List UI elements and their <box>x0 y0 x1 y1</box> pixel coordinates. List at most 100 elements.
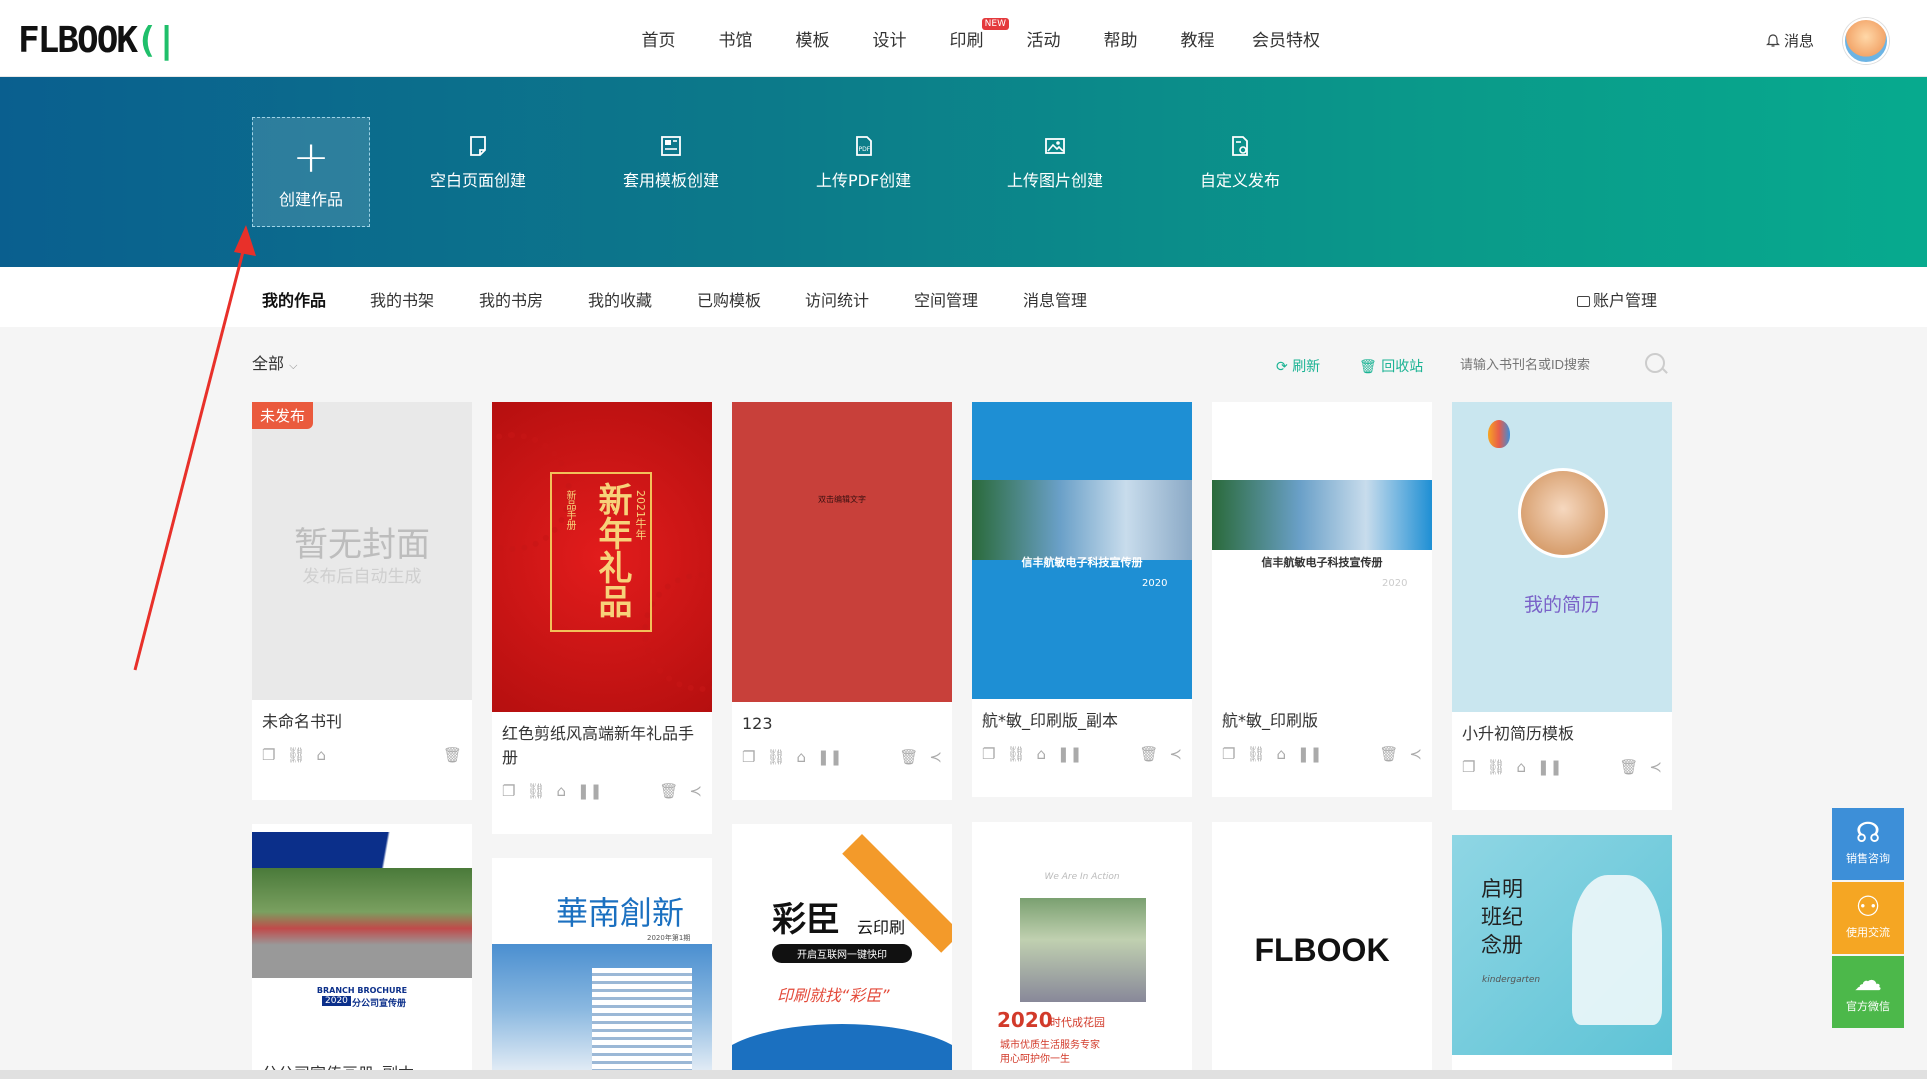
share-icon[interactable]: ≺ <box>689 782 702 800</box>
search-input[interactable] <box>1460 350 1675 378</box>
pause-icon[interactable]: ❚❚ <box>1297 745 1322 763</box>
search-icon[interactable] <box>1645 353 1665 373</box>
recycle-bin-button[interactable]: 🗑︎ 回收站 <box>1359 356 1423 376</box>
nav-events[interactable]: 活动 <box>1005 26 1082 51</box>
gift-icon[interactable]: ⌂ <box>797 748 807 766</box>
tab-my-study[interactable]: 我的书房 <box>479 287 543 311</box>
account-management-link[interactable]: 账户管理 <box>1577 287 1657 311</box>
tab-purchased-templates[interactable]: 已购模板 <box>697 287 761 311</box>
gift-icon[interactable]: ⌂ <box>1517 758 1527 776</box>
tab-my-favorites[interactable]: 我的收藏 <box>588 287 652 311</box>
image-upload-create[interactable]: 上传图片创建 <box>1007 135 1103 191</box>
card-cover[interactable]: 信丰航敏电子科技宣传册 2020 <box>1212 402 1432 699</box>
delete-icon[interactable]: 🗑︎ <box>443 746 462 764</box>
delete-icon[interactable]: 🗑︎ <box>1139 745 1158 763</box>
work-card[interactable]: 華南創新 2020年第1期 <box>492 858 712 1074</box>
card-title[interactable]: 红色剪纸风高端新年礼品手册 <box>492 712 712 770</box>
filter-dropdown[interactable]: 全部 ⌵ <box>252 350 297 374</box>
pause-icon[interactable]: ❚❚ <box>577 782 602 800</box>
work-card[interactable]: 启明班纪念册 kindergarten <box>1452 835 1672 1074</box>
cover-year: 2020 <box>997 1008 1053 1032</box>
delete-icon[interactable]: 🗑︎ <box>659 782 678 800</box>
card-cover[interactable]: 启明班纪念册 kindergarten <box>1452 835 1672 1055</box>
card-cover[interactable]: 双击编辑文字 <box>732 402 952 702</box>
nav-vip[interactable]: 会员特权 <box>1236 26 1336 51</box>
work-card[interactable]: FLBOOK <box>1212 822 1432 1074</box>
tab-my-shelf[interactable]: 我的书架 <box>370 287 434 311</box>
blank-page-create[interactable]: 空白页面创建 <box>430 135 526 191</box>
share-icon[interactable]: ≺ <box>1169 745 1182 763</box>
nav-templates[interactable]: 模板 <box>774 26 851 51</box>
link-icon[interactable]: ⛓ <box>526 782 545 800</box>
share-icon[interactable]: ≺ <box>929 748 942 766</box>
tab-message-management[interactable]: 消息管理 <box>1023 287 1087 311</box>
nav-home[interactable]: 首页 <box>620 26 697 51</box>
link-icon[interactable]: ⛓ <box>766 748 785 766</box>
work-card[interactable]: 我的简历 小升初简历模板 ❐ ⛓ ⌂ ❚❚ 🗑︎ ≺ <box>1452 402 1672 810</box>
copy-icon[interactable]: ❐ <box>502 782 515 800</box>
nav-tutorials[interactable]: 教程 <box>1159 26 1236 51</box>
card-cover[interactable]: 華南創新 2020年第1期 <box>492 858 712 1074</box>
card-cover[interactable]: FLBOOK <box>1212 822 1432 1074</box>
share-icon[interactable]: ≺ <box>1409 745 1422 763</box>
work-card[interactable]: BRANCH BROCHURE 分公司宣传册 2020 分公司宣传画册_副本 <box>252 824 472 1074</box>
official-wechat-button[interactable]: ☁ 官方微信 <box>1832 956 1904 1028</box>
work-card[interactable]: 开业啦! 彩臣 云印刷 开启互联网一键快印 印刷就找“彩臣” <box>732 824 952 1074</box>
avatar[interactable] <box>1843 18 1889 64</box>
copy-icon[interactable]: ❐ <box>262 746 275 764</box>
nav-help[interactable]: 帮助 <box>1082 26 1159 51</box>
copy-icon[interactable]: ❐ <box>982 745 995 763</box>
pause-icon[interactable]: ❚❚ <box>1057 745 1082 763</box>
link-icon[interactable]: ⛓ <box>1006 745 1025 763</box>
work-card[interactable]: 信丰航敏电子科技宣传册 2020 航*敏_印刷版_副本 ❐ ⛓ ⌂ ❚❚ 🗑︎ ≺ <box>972 402 1192 797</box>
pause-icon[interactable]: ❚❚ <box>817 748 842 766</box>
messages-link[interactable]: 消息 <box>1766 30 1814 51</box>
pause-icon[interactable]: ❚❚ <box>1537 758 1562 776</box>
sales-consult-button[interactable]: ☊ 销售咨询 <box>1832 808 1904 880</box>
copy-icon[interactable]: ❐ <box>742 748 755 766</box>
link-icon[interactable]: ⛓ <box>1246 745 1265 763</box>
nav-library[interactable]: 书馆 <box>697 26 774 51</box>
custom-publish[interactable]: 自定义发布 <box>1200 135 1280 191</box>
pdf-upload-create[interactable]: PDF 上传PDF创建 <box>816 135 911 191</box>
card-cover[interactable]: 开业啦! 彩臣 云印刷 开启互联网一键快印 印刷就找“彩臣” <box>732 824 952 1074</box>
card-title[interactable]: 航*敏_印刷版 <box>1212 699 1432 733</box>
gift-icon[interactable]: ⌂ <box>557 782 567 800</box>
card-cover[interactable]: 新年礼品 2021牛年 新品手册 <box>492 402 712 712</box>
logo[interactable]: FLBOOK(| <box>18 20 177 61</box>
card-title[interactable]: 123 <box>732 702 952 736</box>
tab-my-works[interactable]: 我的作品 <box>262 287 326 311</box>
card-title[interactable]: 航*敏_印刷版_副本 <box>972 699 1192 733</box>
delete-icon[interactable]: 🗑︎ <box>1379 745 1398 763</box>
work-card[interactable]: 信丰航敏电子科技宣传册 2020 航*敏_印刷版 ❐ ⛓ ⌂ ❚❚ 🗑︎ ≺ <box>1212 402 1432 797</box>
delete-icon[interactable]: 🗑︎ <box>1619 758 1638 776</box>
share-icon[interactable]: ≺ <box>1649 758 1662 776</box>
card-title[interactable]: 未命名书刊 <box>252 700 472 734</box>
user-community-button[interactable]: ⚇ 使用交流 <box>1832 882 1904 954</box>
tab-space-management[interactable]: 空间管理 <box>914 287 978 311</box>
card-cover[interactable]: 信丰航敏电子科技宣传册 2020 <box>972 402 1192 699</box>
delete-icon[interactable]: 🗑︎ <box>899 748 918 766</box>
gift-icon[interactable]: ⌂ <box>1277 745 1287 763</box>
gift-icon[interactable]: ⌂ <box>317 746 327 764</box>
tab-visit-stats[interactable]: 访问统计 <box>805 287 869 311</box>
copy-icon[interactable]: ❐ <box>1222 745 1235 763</box>
card-cover[interactable]: 我的简历 <box>1452 402 1672 712</box>
refresh-button[interactable]: ⟳ 刷新 <box>1276 356 1320 376</box>
create-work-button[interactable]: + 创建作品 <box>252 117 370 227</box>
copy-icon[interactable]: ❐ <box>1462 758 1475 776</box>
link-icon[interactable]: ⛓ <box>286 746 305 764</box>
gift-icon[interactable]: ⌂ <box>1037 745 1047 763</box>
nav-design[interactable]: 设计 <box>851 26 928 51</box>
nav-print[interactable]: 印刷 NEW <box>928 18 1009 51</box>
work-card[interactable]: 双击编辑文字 123 ❐ ⛓ ⌂ ❚❚ 🗑︎ ≺ <box>732 402 952 800</box>
work-card[interactable]: 新年礼品 2021牛年 新品手册 红色剪纸风高端新年礼品手册 ❐ ⛓ ⌂ ❚❚ 🗑︎ ≺ <box>492 402 712 834</box>
work-card[interactable]: We Are In Action 2020 时代成花园 城市优质生活服务专家 用… <box>972 822 1192 1074</box>
card-cover[interactable]: BRANCH BROCHURE 分公司宣传册 2020 <box>252 824 472 1056</box>
template-create[interactable]: 套用模板创建 <box>623 135 719 191</box>
link-icon[interactable]: ⛓ <box>1486 758 1505 776</box>
card-title[interactable]: 小升初简历模板 <box>1452 712 1672 746</box>
card-cover[interactable]: 暂无封面 发布后自动生成 <box>252 402 472 700</box>
card-cover[interactable]: We Are In Action 2020 时代成花园 城市优质生活服务专家 用… <box>972 822 1192 1074</box>
work-card[interactable]: 未发布 暂无封面 发布后自动生成 未命名书刊 ❐ ⛓ ⌂ 🗑︎ <box>252 402 472 800</box>
